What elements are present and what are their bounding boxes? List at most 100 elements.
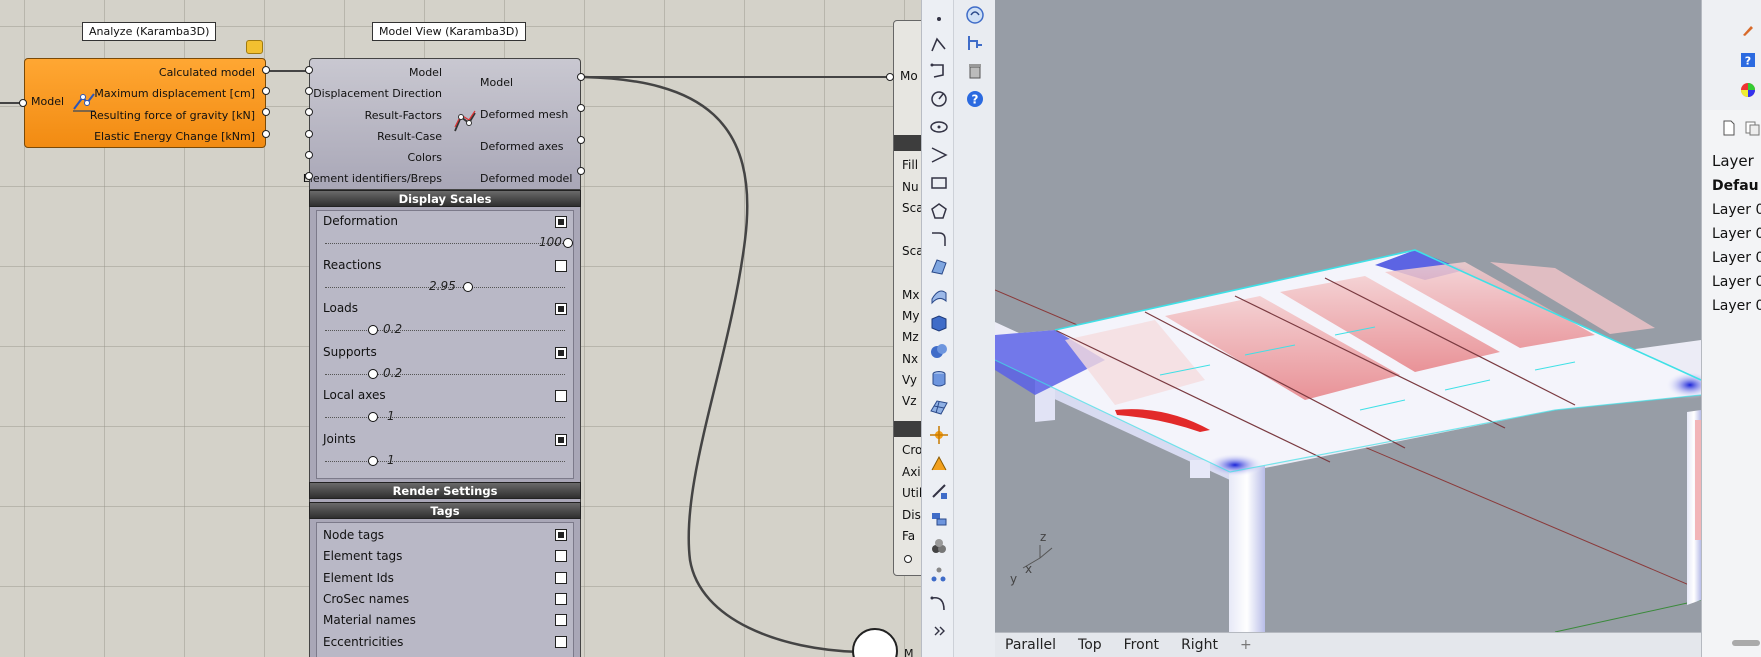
copy-layer-icon[interactable] bbox=[1744, 120, 1760, 136]
scale-checkbox[interactable] bbox=[555, 303, 567, 315]
tags-header[interactable]: Tags bbox=[309, 502, 581, 519]
display-scales-panel: Deformation 100 Reactions 2.95 Loads 0.2 bbox=[309, 207, 581, 482]
layer-row[interactable]: Layer 0 bbox=[1712, 250, 1761, 266]
block-tool-icon[interactable] bbox=[928, 508, 950, 530]
brush-icon[interactable] bbox=[1740, 22, 1756, 38]
box-tool-icon[interactable] bbox=[928, 312, 950, 334]
arc-tool-icon[interactable] bbox=[928, 88, 950, 110]
viewport-tabs: Parallel Top Front Right + bbox=[995, 632, 1701, 657]
polyline-tool-icon[interactable] bbox=[928, 34, 950, 56]
analyze-component[interactable]: Model Calculated model Maximum displacem… bbox=[24, 58, 266, 148]
surface-tool-icon[interactable] bbox=[928, 256, 950, 278]
modelview-input-port[interactable] bbox=[305, 87, 313, 95]
more-tools-icon[interactable] bbox=[928, 620, 950, 642]
tab-front[interactable]: Front bbox=[1124, 637, 1159, 653]
slider-track[interactable] bbox=[325, 243, 565, 244]
help-panel-icon[interactable]: ? bbox=[1740, 52, 1756, 68]
analyze-output-port[interactable] bbox=[262, 108, 270, 116]
partial-section-bar[interactable] bbox=[894, 135, 921, 151]
slider-knob[interactable] bbox=[368, 412, 378, 422]
partial-input-port[interactable] bbox=[886, 73, 894, 81]
modelview-output-port[interactable] bbox=[577, 167, 585, 175]
partial-row: Axi bbox=[902, 465, 921, 479]
transform-tool-icon[interactable] bbox=[928, 424, 950, 446]
grasshopper-icon[interactable] bbox=[964, 4, 986, 26]
modelview-input-port[interactable] bbox=[305, 108, 313, 116]
layer-panel-scrollbar[interactable] bbox=[1732, 640, 1760, 646]
tab-parallel[interactable]: Parallel bbox=[1005, 637, 1056, 653]
slider-track[interactable] bbox=[325, 460, 565, 462]
fillet-tool-icon[interactable] bbox=[928, 228, 950, 250]
analyze-warning-badge[interactable] bbox=[246, 40, 263, 54]
scale-checkbox[interactable] bbox=[555, 216, 567, 228]
analyze-output-port[interactable] bbox=[262, 66, 270, 74]
analyze-output-port[interactable] bbox=[262, 87, 270, 95]
tag-checkbox[interactable] bbox=[555, 550, 567, 563]
render-settings-header[interactable]: Render Settings bbox=[309, 482, 581, 499]
point-tool-icon[interactable] bbox=[928, 6, 950, 28]
tab-top[interactable]: Top bbox=[1078, 637, 1102, 653]
analyze-input-port[interactable] bbox=[19, 99, 27, 107]
scale-checkbox[interactable] bbox=[555, 346, 567, 359]
modelview-input-port[interactable] bbox=[305, 130, 313, 138]
tag-label: Node tags bbox=[323, 528, 385, 542]
help-icon[interactable]: ? bbox=[964, 88, 986, 110]
layer-row[interactable]: Layer 0 bbox=[1712, 226, 1761, 242]
tag-checkbox[interactable] bbox=[555, 571, 567, 584]
layer-row-default[interactable]: Defau bbox=[1712, 178, 1759, 194]
conic-tool-icon[interactable] bbox=[928, 144, 950, 166]
partial-component-panel[interactable]: Mo Fill Nu Sca Sca Mx My Mz Nx Vy Vz Cro… bbox=[893, 20, 921, 576]
tag-checkbox[interactable] bbox=[555, 529, 567, 541]
slider-knob[interactable] bbox=[463, 281, 473, 292]
analyze-output-port[interactable] bbox=[262, 130, 270, 138]
boolean-tool-icon[interactable] bbox=[928, 340, 950, 362]
curve-tool-icon[interactable] bbox=[928, 60, 950, 82]
ellipse-tool-icon[interactable] bbox=[928, 116, 950, 138]
new-layer-icon[interactable] bbox=[1722, 120, 1736, 136]
scale-checkbox[interactable] bbox=[555, 433, 567, 446]
partial-section-bar[interactable] bbox=[894, 421, 921, 437]
layer-row[interactable]: Layer 0 bbox=[1712, 274, 1761, 290]
scale-checkbox[interactable] bbox=[555, 390, 567, 402]
slider-knob[interactable] bbox=[368, 325, 378, 335]
slider-knob[interactable] bbox=[368, 368, 378, 379]
slider-value: 2.95 bbox=[429, 278, 456, 293]
layer-row[interactable]: Layer 0 bbox=[1712, 298, 1761, 314]
history-tree-icon[interactable] bbox=[964, 32, 986, 54]
modelview-output-port[interactable] bbox=[577, 136, 585, 144]
curve-analysis-tool-icon[interactable] bbox=[928, 592, 950, 614]
mesh-tool-icon[interactable] bbox=[928, 396, 950, 418]
slider-track[interactable] bbox=[325, 330, 565, 331]
polygon-tool-icon[interactable] bbox=[928, 200, 950, 222]
slider-track[interactable] bbox=[325, 373, 565, 375]
tab-right[interactable]: Right bbox=[1181, 637, 1218, 653]
extrude-tool-icon[interactable] bbox=[928, 284, 950, 306]
add-viewport-tab-button[interactable]: + bbox=[1240, 637, 1252, 653]
modelview-input-port[interactable] bbox=[305, 66, 313, 74]
analyze-points-tool-icon[interactable] bbox=[928, 564, 950, 586]
layer-row[interactable]: Layer 0 bbox=[1712, 202, 1761, 218]
modelview-output-port[interactable] bbox=[577, 73, 585, 81]
partial-radio[interactable] bbox=[904, 555, 912, 563]
modelview-input-port[interactable] bbox=[305, 151, 313, 159]
rectangle-tool-icon[interactable] bbox=[928, 172, 950, 194]
cylinder-tool-icon[interactable] bbox=[928, 368, 950, 390]
color-wheel-icon[interactable] bbox=[1740, 82, 1756, 98]
render-tool-icon[interactable] bbox=[928, 536, 950, 558]
slider-knob[interactable] bbox=[563, 238, 573, 248]
rhino-perspective-viewport[interactable]: z y x bbox=[995, 0, 1701, 632]
tag-checkbox[interactable] bbox=[555, 614, 567, 627]
display-scales-header[interactable]: Display Scales bbox=[309, 190, 581, 207]
slider-track[interactable] bbox=[325, 417, 565, 418]
tag-checkbox[interactable] bbox=[555, 592, 567, 605]
modelview-output-port[interactable] bbox=[577, 104, 585, 112]
modelview-input-port[interactable] bbox=[305, 172, 313, 180]
slider-knob[interactable] bbox=[368, 455, 378, 466]
dimension-tool-icon[interactable] bbox=[928, 480, 950, 502]
tag-checkbox[interactable] bbox=[555, 635, 567, 648]
scale-checkbox[interactable] bbox=[555, 259, 567, 272]
grasshopper-canvas[interactable]: Analyze (Karamba3D) Model Calculated mod… bbox=[0, 0, 921, 657]
delete-icon[interactable] bbox=[964, 60, 986, 82]
drafting-tool-icon[interactable] bbox=[928, 452, 950, 474]
modelview-component[interactable]: Model Displacement Direction Result-Fact… bbox=[303, 58, 581, 190]
